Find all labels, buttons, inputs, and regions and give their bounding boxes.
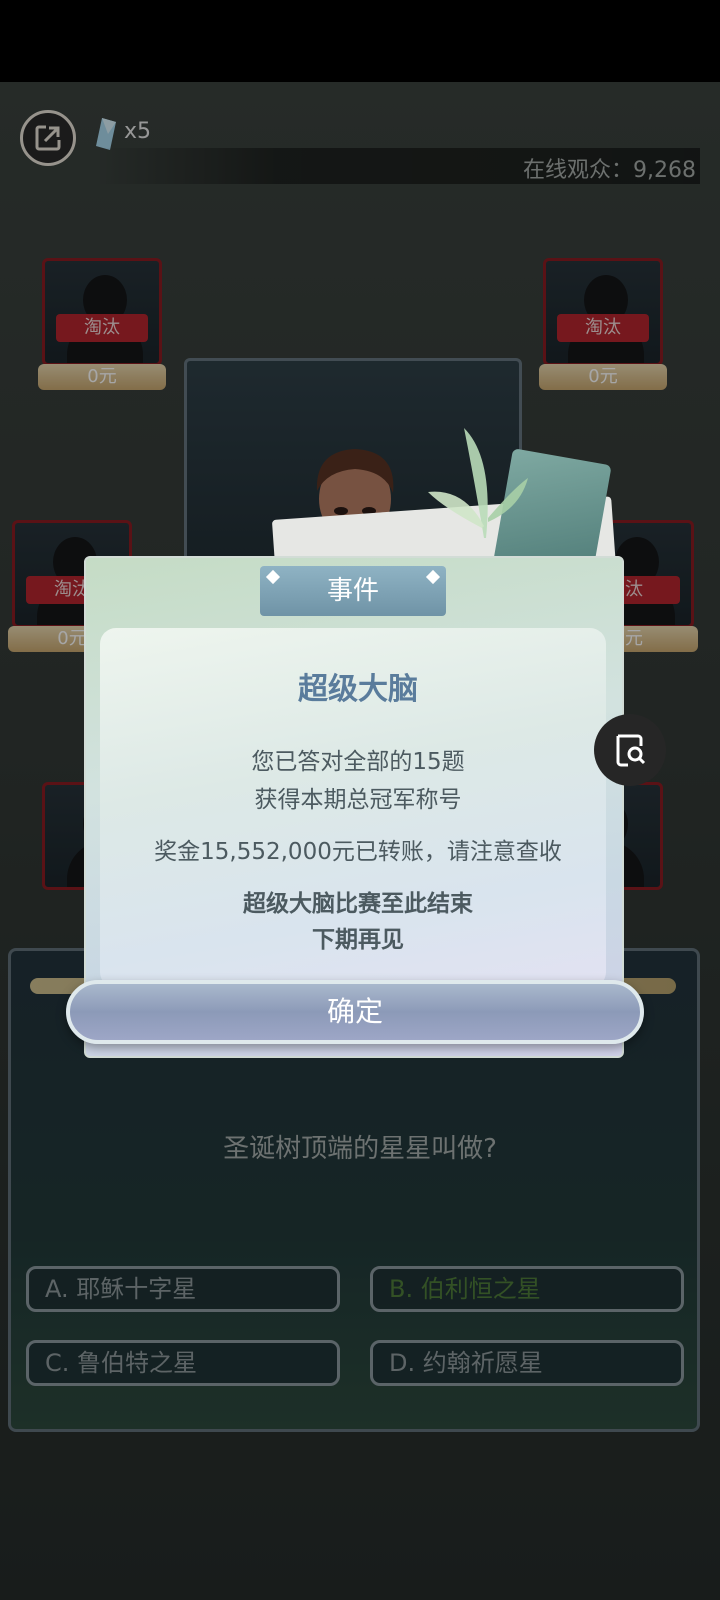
search-icon xyxy=(616,734,646,767)
dialog-tab-title: 事件 xyxy=(260,566,446,616)
dialog-line: 下期再见 xyxy=(312,927,404,953)
screen-search-button[interactable] xyxy=(594,714,666,786)
leaf-icon xyxy=(428,428,528,538)
dialog-line: 获得本期总冠军称号 xyxy=(254,787,462,813)
status-bar xyxy=(0,0,720,82)
dialog-tab-label: 事件 xyxy=(326,576,379,606)
confirm-button[interactable]: 确定 xyxy=(66,980,644,1044)
dialog-line: 超级大脑比赛至此结束 xyxy=(243,891,473,917)
dialog-prize-line: 奖金15,552,000元已转账，请注意查收 xyxy=(154,839,562,865)
dialog-title: 超级大脑 xyxy=(298,672,418,707)
